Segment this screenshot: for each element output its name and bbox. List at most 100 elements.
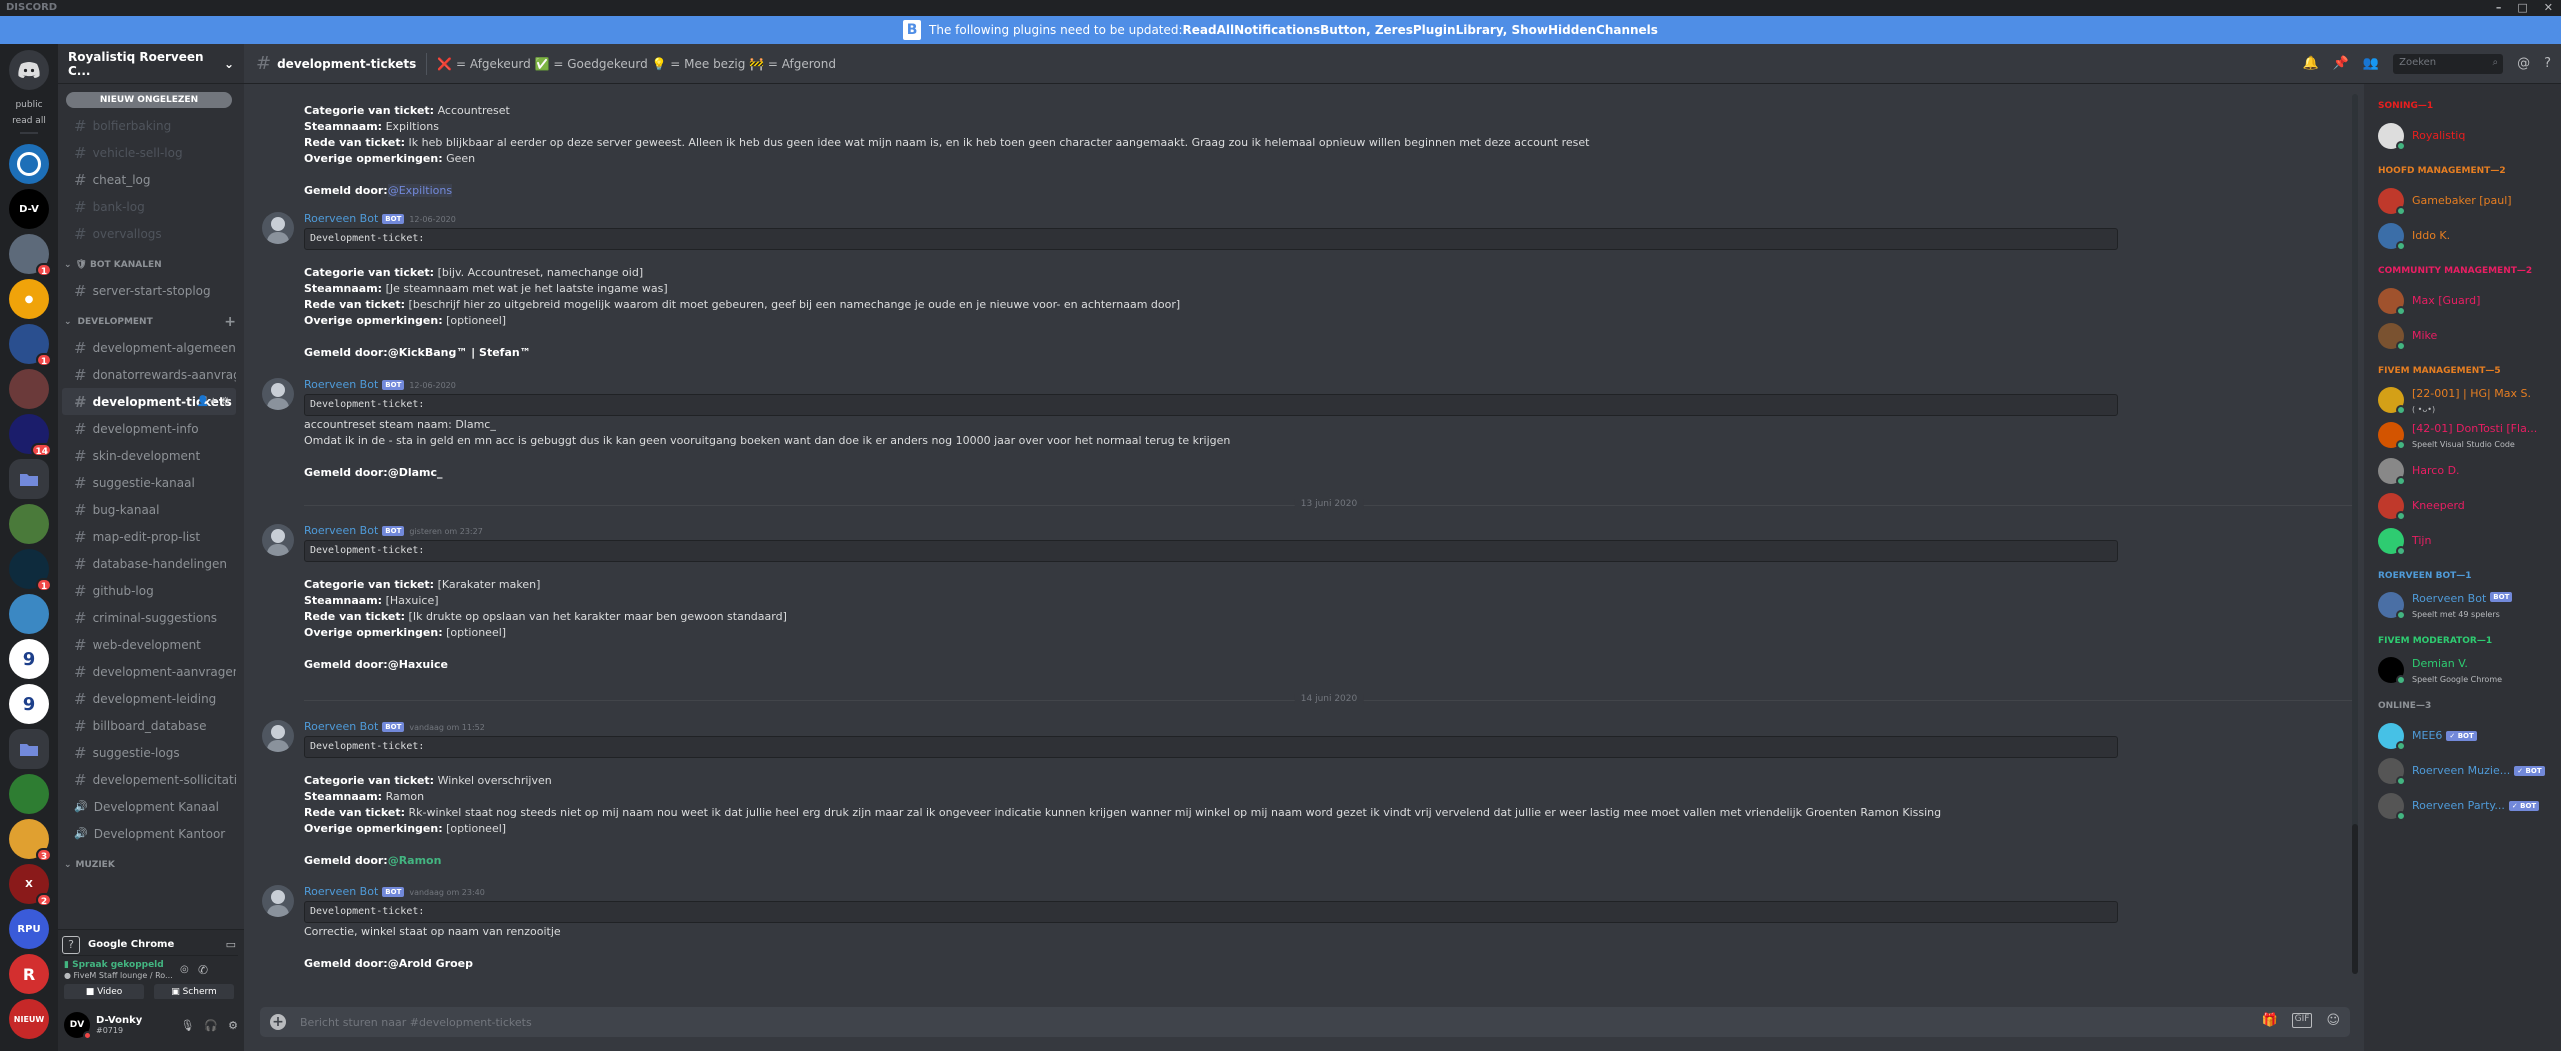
- search-input[interactable]: Zoeken ⌕: [2393, 53, 2504, 74]
- avatar[interactable]: [262, 720, 294, 752]
- member-item[interactable]: [42-01] DonTosti [Fla... Speelt Visual St…: [2364, 418, 2561, 453]
- server-icon[interactable]: D-V: [9, 189, 49, 229]
- channel-development-aanvragen[interactable]: # development-aanvragen: [62, 658, 236, 685]
- category-muziek[interactable]: ⌄ MUZIEK: [58, 853, 244, 877]
- category-development[interactable]: ⌄ DEVELOPMENT +: [58, 310, 244, 334]
- member-item[interactable]: Kneeperd: [2364, 488, 2561, 523]
- help-icon[interactable]: ?: [2544, 56, 2551, 71]
- server-icon-roerveen[interactable]: 1: [9, 234, 52, 277]
- avatar[interactable]: [262, 885, 294, 917]
- minimize-icon[interactable]: –: [2496, 0, 2502, 16]
- channel-bug-kanaal[interactable]: # bug-kanaal: [62, 496, 236, 523]
- gift-icon[interactable]: 🎁: [2261, 1013, 2277, 1028]
- server-icon[interactable]: R: [9, 954, 49, 994]
- chat-scrollbar[interactable]: [2352, 94, 2358, 974]
- folder-icon[interactable]: [9, 459, 49, 499]
- maximize-icon[interactable]: □: [2517, 0, 2527, 16]
- server-icon[interactable]: X2: [9, 864, 52, 907]
- channel-vehicle-sell-log[interactable]: # vehicle-sell-log: [62, 139, 236, 166]
- member-item[interactable]: Tijn: [2364, 523, 2561, 558]
- bell-icon[interactable]: 🔔: [2303, 56, 2319, 71]
- channel-development-leiding[interactable]: # development-leiding: [62, 685, 236, 712]
- emoji-icon[interactable]: ☺: [2326, 1013, 2340, 1028]
- deafen-icon[interactable]: 🎧: [204, 1019, 218, 1032]
- user-mention[interactable]: @Dlamc_: [388, 466, 443, 479]
- member-item[interactable]: [22-001] | HG| Max S. ( •ᴗ•): [2364, 383, 2561, 418]
- channel-developement-sollicitaties[interactable]: # developement-sollicitaties: [62, 766, 236, 793]
- channel-topic[interactable]: ❌ = Afgekeurd ✅ = Goedgekeurd 💡 = Mee be…: [437, 57, 836, 71]
- channel-development-tickets[interactable]: # development-tickets 👤+ ⚙: [62, 388, 236, 415]
- signal-icon[interactable]: ◎: [180, 964, 189, 975]
- channel-donatorrewards-aanvrag-[interactable]: # donatorrewards-aanvrag...: [62, 361, 236, 388]
- channel-settings-icon[interactable]: 👤+ ⚙: [197, 396, 230, 407]
- user-mention[interactable]: @Haxuice: [388, 658, 448, 671]
- message-input[interactable]: + Bericht sturen naar #development-ticke…: [260, 1007, 2350, 1037]
- read-all-label[interactable]: read all: [0, 116, 58, 126]
- server-icon[interactable]: [9, 369, 49, 409]
- server-icon[interactable]: [9, 144, 49, 184]
- server-icon[interactable]: 9: [9, 684, 49, 724]
- channel-overvallogs[interactable]: # overvallogs: [62, 220, 236, 247]
- user-mention[interactable]: @Expiltions: [387, 184, 453, 197]
- member-item[interactable]: Demian V. Speelt Google Chrome: [2364, 653, 2561, 688]
- server-icon[interactable]: 3: [9, 819, 52, 862]
- channel-development-kantoor[interactable]: 🔊 Development Kantoor: [62, 820, 236, 847]
- avatar[interactable]: [262, 212, 294, 244]
- new-unread-button[interactable]: NIEUW ONGELEZEN: [66, 92, 232, 108]
- message-author[interactable]: Roerveen Bot BOT 12-06-2020: [304, 212, 456, 225]
- attach-plus-icon[interactable]: +: [270, 1014, 286, 1030]
- gear-icon[interactable]: ⚙: [228, 1019, 238, 1032]
- avatar[interactable]: DV: [64, 1012, 92, 1040]
- message-author[interactable]: Roerveen Bot BOT vandaag om 23:40: [304, 885, 485, 898]
- mute-mic-icon[interactable]: 🎙: [180, 1019, 194, 1032]
- members-icon[interactable]: 👥: [2363, 56, 2379, 71]
- screen-share-button[interactable]: ▣ Scherm: [154, 984, 234, 1000]
- member-item[interactable]: Mike: [2364, 318, 2561, 353]
- channel-development-algemeen[interactable]: # development-algemeen: [62, 334, 236, 361]
- channel-map-edit-prop-list[interactable]: # map-edit-prop-list: [62, 523, 236, 550]
- screen-icon[interactable]: ▭: [226, 938, 236, 951]
- user-mention[interactable]: @KickBang™ | Stefan™: [388, 346, 531, 359]
- avatar[interactable]: [262, 378, 294, 410]
- member-item[interactable]: Roerveen Bot BOT Speelt met 49 spelers: [2364, 588, 2561, 623]
- close-icon[interactable]: ✕: [2544, 0, 2553, 16]
- server-icon[interactable]: ●: [9, 279, 49, 319]
- voice-channel-name[interactable]: ● FiveM Staff lounge / Ro...: [64, 971, 173, 980]
- channel-suggestie-kanaal[interactable]: # suggestie-kanaal: [62, 469, 236, 496]
- member-item[interactable]: Iddo K.: [2364, 218, 2561, 253]
- public-label[interactable]: public: [0, 100, 58, 110]
- channel-server-start-stoplog[interactable]: # server-start-stoplog: [62, 277, 236, 304]
- channel-web-development[interactable]: # web-development: [62, 631, 236, 658]
- server-icon[interactable]: 9: [9, 639, 49, 679]
- member-item[interactable]: Harco D.: [2364, 453, 2561, 488]
- member-item[interactable]: Royalistiq: [2364, 118, 2561, 153]
- channel-database-handelingen[interactable]: # database-handelingen: [62, 550, 236, 577]
- user-mention[interactable]: @Ramon: [388, 854, 442, 867]
- channel-github-log[interactable]: # github-log: [62, 577, 236, 604]
- folder-icon[interactable]: [9, 729, 49, 769]
- disconnect-icon[interactable]: ✆: [198, 963, 208, 977]
- home-discord-icon[interactable]: [9, 50, 49, 90]
- server-icon[interactable]: 1: [9, 324, 52, 367]
- server-icon[interactable]: [9, 504, 49, 544]
- server-icon[interactable]: [9, 594, 49, 634]
- member-item[interactable]: Gamebaker [paul]: [2364, 183, 2561, 218]
- gif-icon[interactable]: GIF: [2291, 1013, 2313, 1028]
- pin-icon[interactable]: 📌: [2333, 56, 2349, 71]
- guild-header[interactable]: Royalistiq Roerveen C... ⌄: [58, 44, 244, 84]
- member-item[interactable]: Roerveen Party... ✓ BOT: [2364, 788, 2561, 823]
- video-button[interactable]: ■ Video: [64, 984, 144, 1000]
- server-icon[interactable]: [9, 774, 49, 814]
- message-author[interactable]: Roerveen Bot BOT 12-06-2020: [304, 378, 456, 391]
- avatar[interactable]: [262, 524, 294, 556]
- member-item[interactable]: Max [Guard]: [2364, 283, 2561, 318]
- channel-skin-development[interactable]: # skin-development: [62, 442, 236, 469]
- server-icon-rpu[interactable]: RPU: [9, 909, 49, 949]
- channel-development-kanaal[interactable]: 🔊 Development Kanaal: [62, 793, 236, 820]
- member-item[interactable]: MEE6 ✓ BOT: [2364, 718, 2561, 753]
- category-bot-kanalen[interactable]: ⌄ 🛡 BOT KANALEN: [58, 253, 244, 277]
- channel-criminal-suggestions[interactable]: # criminal-suggestions: [62, 604, 236, 631]
- message-author[interactable]: Roerveen Bot BOT vandaag om 11:52: [304, 720, 485, 733]
- channel-bank-log[interactable]: # bank-log: [62, 193, 236, 220]
- channel-development-info[interactable]: # development-info: [62, 415, 236, 442]
